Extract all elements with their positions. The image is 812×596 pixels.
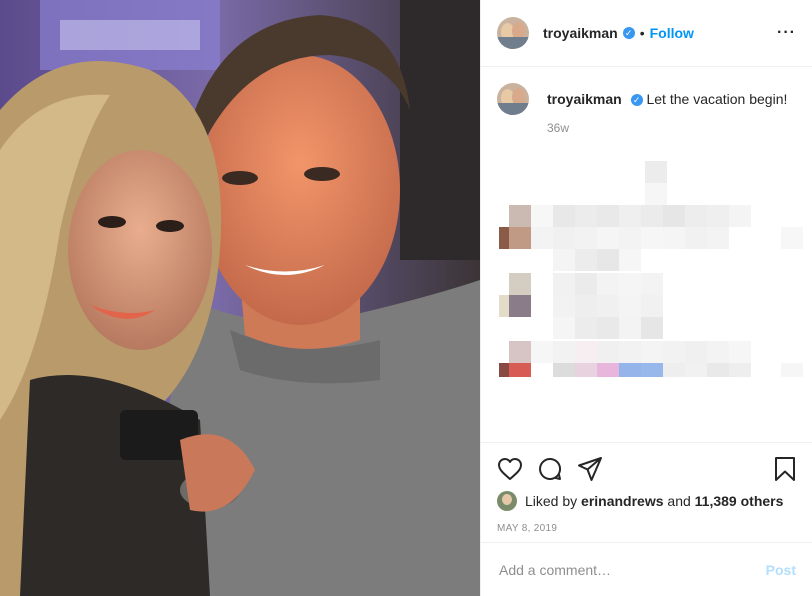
author-avatar[interactable] (497, 17, 529, 49)
add-comment-bar: Post (481, 542, 812, 596)
comment-icon[interactable] (537, 456, 563, 482)
bookmark-icon[interactable] (774, 456, 796, 482)
photo-image (0, 0, 480, 596)
heart-icon[interactable] (497, 457, 523, 481)
post-dialog: troyaikman ✓ • Follow ··· troyaikman ✓ L… (0, 0, 812, 596)
action-icons (497, 453, 796, 485)
follow-button[interactable]: Follow (650, 25, 694, 41)
likes-others-link[interactable]: 11,389 others (695, 493, 784, 509)
post-comment-button[interactable]: Post (766, 562, 796, 578)
share-icon[interactable] (577, 456, 603, 482)
post-date[interactable]: MAY 8, 2019 (497, 523, 796, 534)
comments-area: troyaikman ✓ Let the vacation begin! 36w (481, 67, 812, 442)
redacted-comments (499, 161, 803, 377)
liker-avatar[interactable] (497, 491, 517, 511)
author-username[interactable]: troyaikman (543, 25, 618, 41)
verified-badge-icon: ✓ (622, 27, 635, 39)
post-sidebar: troyaikman ✓ • Follow ··· troyaikman ✓ L… (480, 0, 812, 596)
post-photo[interactable] (0, 0, 480, 596)
likes-line: Liked by erinandrews and 11,389 others (497, 491, 796, 511)
actions-section: Liked by erinandrews and 11,389 others M… (481, 442, 812, 542)
likes-prefix: Liked by (525, 493, 578, 509)
more-options-button[interactable]: ··· (777, 24, 796, 42)
likes-conjunction: and (667, 493, 691, 509)
liker-username[interactable]: erinandrews (581, 493, 663, 509)
post-header: troyaikman ✓ • Follow ··· (481, 0, 812, 67)
comment-input[interactable] (497, 560, 766, 579)
header-separator: • (639, 25, 645, 41)
